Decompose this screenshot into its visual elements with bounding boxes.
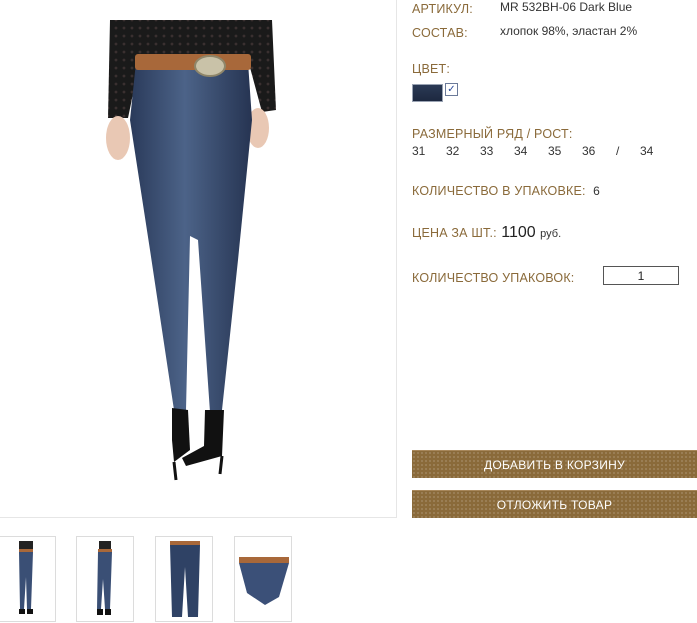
quantity-input[interactable] — [603, 266, 679, 285]
size-item: 36 — [582, 144, 596, 158]
size-item: 32 — [446, 144, 460, 158]
article-value: MR 532BH-06 Dark Blue — [500, 0, 633, 14]
pack-count-label: КОЛИЧЕСТВО В УПАКОВКЕ: — [412, 184, 586, 198]
color-swatch-dark-blue[interactable] — [412, 84, 443, 102]
size-item: 35 — [548, 144, 562, 158]
thumbnail-front-image — [19, 541, 33, 614]
swatch-checkbox[interactable]: ✓ — [445, 83, 458, 96]
size-item: 34 — [514, 144, 528, 158]
product-main-image — [0, 0, 397, 518]
size-separator: / — [616, 144, 620, 158]
save-item-button[interactable]: ОТЛОЖИТЬ ТОВАР — [412, 490, 697, 518]
article-label: АРТИКУЛ: — [412, 2, 473, 16]
thumbnail-side-image — [97, 541, 112, 615]
composition-label: СОСТАВ: — [412, 26, 468, 40]
quantity-label: КОЛИЧЕСТВО УПАКОВОК: — [412, 271, 575, 285]
thumbnail-side[interactable] — [76, 536, 134, 622]
size-label: РАЗМЕРНЫЙ РЯД / РОСТ: — [412, 127, 573, 141]
thumbnail-detail[interactable] — [234, 536, 292, 622]
size-item: 33 — [480, 144, 494, 158]
price-label: ЦЕНА ЗА ШТ.: — [412, 226, 497, 240]
jeans-model-illustration — [106, 20, 276, 481]
thumbnail-flat-image — [170, 541, 200, 617]
composition-value: хлопок 98%, эластан 2% — [500, 24, 638, 38]
price-unit: руб. — [540, 228, 562, 240]
thumbnail-detail-image — [239, 557, 289, 605]
color-label: ЦВЕТ: — [412, 62, 451, 76]
height-value: 34 — [640, 144, 654, 158]
thumbnail-flat[interactable] — [155, 536, 213, 622]
add-to-cart-button[interactable]: ДОБАВИТЬ В КОРЗИНУ — [412, 450, 697, 478]
pack-count-value: 6 — [593, 184, 600, 198]
thumbnail-front[interactable] — [0, 536, 56, 622]
size-item: 31 — [412, 144, 426, 158]
price-value: 1100 — [501, 224, 536, 241]
